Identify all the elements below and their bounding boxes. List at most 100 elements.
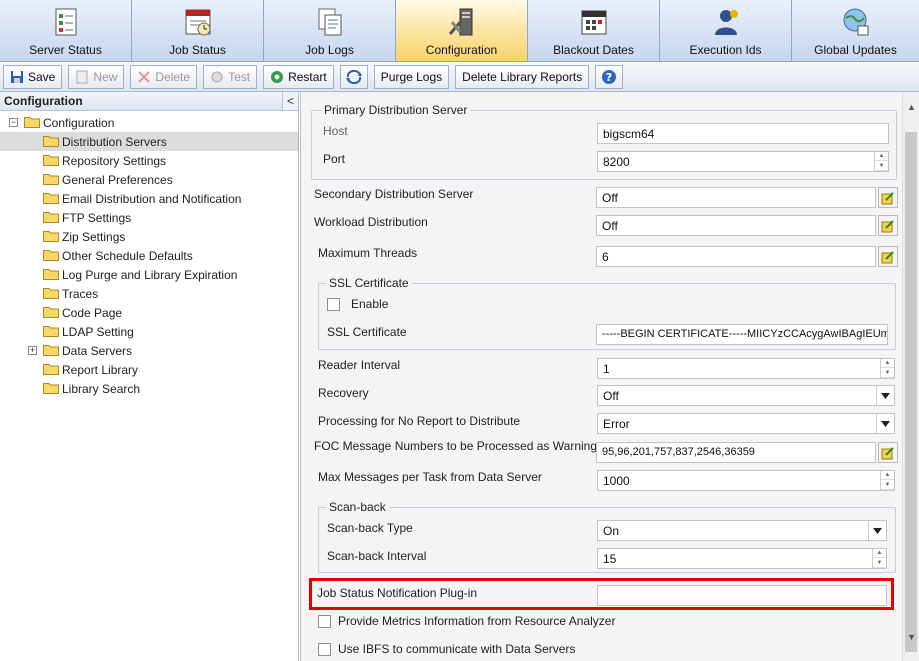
foc-edit-button[interactable] <box>878 442 898 463</box>
max-messages-input[interactable]: 1000 ▲ ▼ <box>597 470 895 491</box>
tree-item-ftp-settings[interactable]: FTP Settings <box>0 208 298 227</box>
folder-icon <box>43 345 59 356</box>
tree-item-library-search[interactable]: Library Search <box>0 379 298 398</box>
tree-item-other-schedule-defaults[interactable]: Other Schedule Defaults <box>0 246 298 265</box>
new-button[interactable]: New <box>68 64 125 89</box>
tree-item-traces[interactable]: Traces <box>0 284 298 303</box>
tree-item-label: Code Page <box>62 306 123 320</box>
scanback-legend: Scan-back <box>326 500 389 514</box>
reader-interval-stepper[interactable]: ▲ ▼ <box>880 359 894 378</box>
tab-label: Server Status <box>29 43 102 57</box>
help-button[interactable]: ? <box>595 64 624 89</box>
recovery-label: Recovery <box>318 386 369 400</box>
folder-icon <box>43 383 59 394</box>
collapse-icon[interactable]: − <box>9 118 18 127</box>
tree-item-data-servers[interactable]: + Data Servers <box>0 341 298 360</box>
scanback-type-label: Scan-back Type <box>327 521 413 535</box>
scanback-type-select[interactable]: On <box>597 520 887 541</box>
ibfs-label: Use IBFS to communicate with Data Server… <box>338 642 576 656</box>
chevron-down-icon[interactable] <box>876 414 894 433</box>
new-label: New <box>93 69 118 84</box>
chevron-down-icon[interactable] <box>876 386 894 405</box>
save-button[interactable]: Save <box>3 64 63 89</box>
tree-item-ldap-setting[interactable]: LDAP Setting <box>0 322 298 341</box>
refresh-button[interactable] <box>339 64 368 89</box>
port-input[interactable]: 8200 ▲ ▼ <box>597 151 889 172</box>
max-messages-label: Max Messages per Task from Data Server <box>318 470 542 484</box>
reader-interval-input[interactable]: 1 ▲ ▼ <box>597 358 895 379</box>
tree-item-code-page[interactable]: Code Page <box>0 303 298 322</box>
max-threads-input[interactable]: 6 <box>596 246 876 267</box>
max-messages-stepper[interactable]: ▲ ▼ <box>880 471 894 490</box>
calendar-icon <box>581 10 606 35</box>
folder-icon <box>43 212 59 223</box>
reader-interval-value: 1 <box>603 362 610 376</box>
workload-label: Workload Distribution <box>314 215 428 229</box>
recovery-select[interactable]: Off <box>597 385 895 406</box>
scrollbar-thumb[interactable] <box>905 132 917 652</box>
ssl-enable-checkbox[interactable] <box>327 298 340 311</box>
tree-item-zip-settings[interactable]: Zip Settings <box>0 227 298 246</box>
tree-item-label: Data Servers <box>62 344 133 358</box>
tab-global-updates[interactable]: Global Updates <box>792 0 919 62</box>
tree-item-distribution-servers[interactable]: Distribution Servers <box>0 132 298 151</box>
tab-blackout-dates[interactable]: Blackout Dates <box>528 0 660 62</box>
collapse-panel-button[interactable]: < <box>282 92 298 110</box>
vertical-scrollbar[interactable]: ▲ ▼ <box>902 92 919 661</box>
tree-root-configuration[interactable]: − Configuration <box>0 113 298 132</box>
delete-library-reports-button[interactable]: Delete Library Reports <box>455 64 590 89</box>
tree-item-repository-settings[interactable]: Repository Settings <box>0 151 298 170</box>
tree-item-label: Repository Settings <box>62 154 167 168</box>
metrics-checkbox[interactable] <box>318 615 331 628</box>
expand-icon[interactable]: + <box>28 346 37 355</box>
tab-execution-ids[interactable]: Execution Ids <box>660 0 792 62</box>
chevron-down-icon[interactable] <box>868 521 886 540</box>
workload-edit-button[interactable] <box>878 215 898 236</box>
host-input[interactable]: bigscm64 <box>597 123 889 144</box>
port-value: 8200 <box>603 155 630 169</box>
delete-button[interactable]: Delete <box>130 64 198 89</box>
restart-button[interactable]: Restart <box>263 64 334 89</box>
folder-icon <box>43 307 59 318</box>
restart-icon <box>271 70 284 83</box>
edit-icon <box>881 446 894 459</box>
job-status-icon <box>185 9 210 36</box>
tree-item-email-distribution-and-notification[interactable]: Email Distribution and Notification <box>0 189 298 208</box>
tree-item-label: General Preferences <box>62 173 173 187</box>
max-threads-edit-button[interactable] <box>878 246 898 267</box>
svg-text:?: ? <box>606 71 612 84</box>
scanback-interval-stepper[interactable]: ▲ ▼ <box>872 549 886 568</box>
tree-item-label: LDAP Setting <box>62 325 134 339</box>
global-updates-icon <box>843 8 868 36</box>
processing-select[interactable]: Error <box>597 413 895 434</box>
execution-ids-icon <box>714 10 738 35</box>
secondary-server-edit-button[interactable] <box>878 187 898 208</box>
ssl-certificate-legend: SSL Certificate <box>326 276 412 290</box>
ssl-cert-label: SSL Certificate <box>327 325 407 339</box>
tab-server-status[interactable]: Server Status <box>0 0 132 62</box>
tree-item-label: Library Search <box>62 382 141 396</box>
test-button[interactable]: Test <box>203 64 258 89</box>
edit-icon <box>881 250 894 263</box>
ssl-cert-input[interactable]: -----BEGIN CERTIFICATE-----MIICYzCCAcygA… <box>596 324 888 345</box>
tree-item-report-library[interactable]: Report Library <box>0 360 298 379</box>
foc-input[interactable]: 95,96,201,757,837,2546,36359 <box>596 442 876 463</box>
port-stepper[interactable]: ▲ ▼ <box>874 152 888 171</box>
tree-item-general-preferences[interactable]: General Preferences <box>0 170 298 189</box>
workload-input[interactable]: Off <box>596 215 876 236</box>
scroll-up-icon[interactable]: ▲ <box>907 102 916 112</box>
ibfs-checkbox[interactable] <box>318 643 331 656</box>
highlight-box <box>309 578 894 610</box>
tab-job-status[interactable]: Job Status <box>132 0 264 62</box>
secondary-server-input[interactable]: Off <box>596 187 876 208</box>
tab-label: Job Status <box>169 43 226 57</box>
tree-item-log-purge-and-library-expiration[interactable]: Log Purge and Library Expiration <box>0 265 298 284</box>
purge-logs-label: Purge Logs <box>380 69 443 84</box>
tab-job-logs[interactable]: Job Logs <box>264 0 396 62</box>
purge-logs-button[interactable]: Purge Logs <box>373 64 450 89</box>
tab-configuration[interactable]: Configuration <box>396 0 528 62</box>
scroll-down-icon[interactable]: ▼ <box>907 632 916 642</box>
scanback-interval-input[interactable]: 15 ▲ ▼ <box>597 548 887 569</box>
folder-icon <box>43 155 59 166</box>
tree-item-label: Zip Settings <box>62 230 126 244</box>
